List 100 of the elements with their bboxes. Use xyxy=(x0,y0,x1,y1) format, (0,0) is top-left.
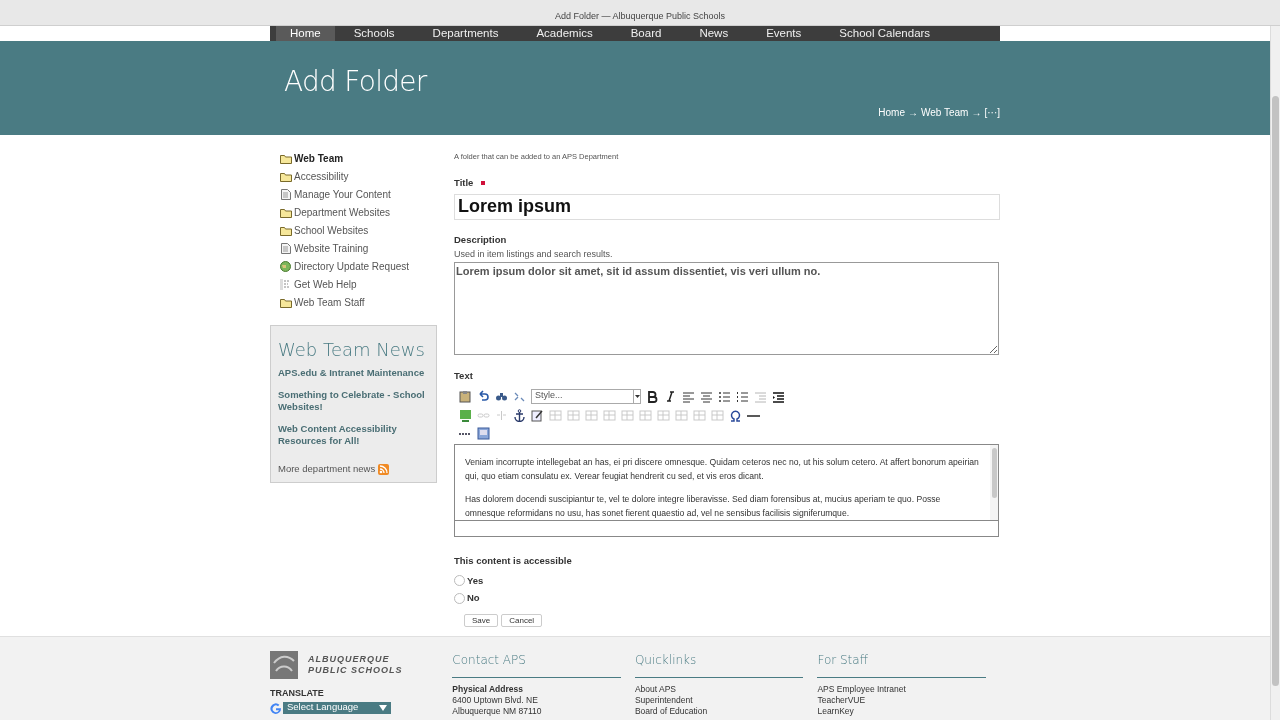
field-label: Text xyxy=(454,369,474,384)
address-line: 6400 Uptown Blvd. NE xyxy=(452,695,539,706)
table-icon[interactable] xyxy=(549,408,562,422)
more-news-link[interactable]: More department news xyxy=(278,462,376,477)
fullscreen-icon[interactable] xyxy=(477,426,490,440)
folder-icon xyxy=(279,153,292,164)
footer-link[interactable]: Board of Education xyxy=(634,706,804,717)
rss-icon xyxy=(378,463,390,475)
caret-icon xyxy=(379,704,387,711)
panel-title: Web Team News xyxy=(278,338,426,362)
breadcrumb-link[interactable]: Web Team xyxy=(921,105,969,120)
undo-icon[interactable] xyxy=(477,389,490,403)
footer-link[interactable]: About APS xyxy=(634,684,804,695)
breadcrumb-link[interactable]: Home xyxy=(878,105,905,120)
sidebar-item[interactable]: Website Training xyxy=(294,241,369,256)
nav-tab[interactable]: Academics xyxy=(517,26,612,41)
logo-icon xyxy=(270,651,298,679)
window-title: Add Folder — Albuquerque Public Schools xyxy=(554,9,726,23)
language-select[interactable]: Select Language xyxy=(283,701,391,714)
numbered-list-icon[interactable] xyxy=(736,389,749,403)
breadcrumb-separator: → xyxy=(971,106,982,120)
paste-icon[interactable] xyxy=(459,389,472,403)
sidebar-item[interactable]: Department Websites xyxy=(294,205,390,220)
column-icon[interactable] xyxy=(657,408,670,422)
sidebar-item[interactable]: School Websites xyxy=(294,223,369,238)
align-center-icon[interactable] xyxy=(700,389,713,403)
document-icon xyxy=(280,243,291,254)
radio-button[interactable] xyxy=(454,592,465,604)
footer-heading: For Staff xyxy=(817,651,986,678)
row-icon[interactable] xyxy=(603,408,616,422)
scroll-thumb[interactable] xyxy=(1272,96,1279,686)
nav-tab[interactable]: Events xyxy=(747,26,821,41)
edit-icon[interactable] xyxy=(531,408,544,422)
logo-text: ALBUQUERQUE xyxy=(308,654,391,665)
sidebar-item[interactable]: Accessibility xyxy=(294,169,349,184)
sidebar-item[interactable]: Web Team Staff xyxy=(294,295,365,310)
editor-paragraph: Has dolorem docendi suscipiantur te, vel te dolore integre liberavisse. Sed diam forensibus at, mucius aperiam te quo. Posse omnesque reformidans no usu, has sonet fierent quaestio ad, vel ne sensibus facilisis signiferumque. xyxy=(465,492,942,520)
nav-tab[interactable]: Board xyxy=(611,26,681,41)
nav-tab[interactable]: School Calendars xyxy=(820,26,950,41)
description-textarea[interactable]: Lorem ipsum dolor sit amet, sit id assum dissentiet, vis veri ullum no. xyxy=(454,262,999,356)
footer-heading: Quicklinks xyxy=(634,651,804,678)
sidebar-item[interactable]: Web Team xyxy=(294,151,344,166)
address-line: Albuquerque NM 87110 xyxy=(452,706,543,717)
folder-icon xyxy=(279,225,292,236)
row-icon[interactable] xyxy=(621,408,634,422)
omega-icon[interactable] xyxy=(729,408,742,422)
page-title: Add Folder xyxy=(283,64,429,100)
field-label: Title xyxy=(454,176,474,191)
scroll-thumb[interactable] xyxy=(991,447,997,498)
sidebar-item[interactable]: Directory Update Request xyxy=(294,259,410,274)
folder-icon xyxy=(279,297,292,308)
style-dropdown[interactable]: Style... xyxy=(531,388,641,404)
radio-button[interactable] xyxy=(454,575,465,587)
cell-icon[interactable] xyxy=(711,408,724,422)
editor-paragraph: Veniam incorrupte intellegebat an has, ei pri discere omnesque. Quidam ceteros nec no, ut his solum cetero. At affert bonorum apeirian qui, quo etiam consulatu ex. Verear feugiat hendrerit cu sed, et vis eros dicant. xyxy=(465,455,980,483)
nav-tab[interactable]: Home xyxy=(276,26,335,41)
italic-icon[interactable] xyxy=(664,389,677,403)
image-icon[interactable] xyxy=(459,408,472,422)
google-icon xyxy=(270,701,282,714)
form-button[interactable]: Save xyxy=(464,614,499,628)
caret-icon xyxy=(634,394,640,398)
column-icon[interactable] xyxy=(639,408,652,422)
footer-link[interactable]: TeacherVUE xyxy=(817,695,986,706)
folder-icon xyxy=(279,171,292,182)
news-link[interactable]: Something to Celebrate - School Websites! xyxy=(278,389,429,413)
form-icon xyxy=(280,279,291,290)
cell-icon[interactable] xyxy=(693,408,706,422)
nav-tab[interactable]: Schools xyxy=(334,26,414,41)
breadcrumb-link[interactable]: [···] xyxy=(984,105,1000,120)
title-input[interactable]: Lorem ipsum xyxy=(454,193,1000,220)
folder-icon xyxy=(279,207,292,218)
field-label: Description xyxy=(454,232,508,247)
rich-text-editor[interactable] xyxy=(454,443,999,537)
field-help: Used in item listings and search results. xyxy=(454,247,614,261)
indent-icon[interactable] xyxy=(772,389,785,403)
align-left-icon[interactable] xyxy=(682,389,695,403)
bullet-list-icon[interactable] xyxy=(718,389,731,403)
footer-heading: Contact APS xyxy=(452,651,621,678)
bold-icon[interactable] xyxy=(646,389,659,403)
field-label: This content is accessible xyxy=(454,553,573,568)
row-icon[interactable] xyxy=(585,408,598,422)
news-link[interactable]: Web Content Accessibility Resources for All! xyxy=(278,423,429,447)
nav-tab[interactable]: Departments xyxy=(413,26,518,41)
unlink-icon[interactable] xyxy=(495,408,508,422)
column-icon[interactable] xyxy=(675,408,688,422)
table-icon[interactable] xyxy=(567,408,580,422)
footer-link[interactable]: APS Employee Intranet xyxy=(817,684,986,695)
translate-label: TRANSLATE xyxy=(270,687,325,700)
anchor-icon[interactable] xyxy=(513,408,526,422)
sidebar-item[interactable]: Get Web Help xyxy=(294,277,357,292)
logo-text: PUBLIC SCHOOLS xyxy=(308,665,403,676)
form-button[interactable]: Cancel xyxy=(501,614,543,628)
news-link[interactable]: APS.edu & Intranet Maintenance xyxy=(278,367,429,379)
footer-link[interactable]: LearnKey xyxy=(817,706,986,717)
sidebar-item[interactable]: Manage Your Content xyxy=(294,187,391,202)
radio-label: No xyxy=(467,591,480,605)
nav-tab[interactable]: News xyxy=(680,26,748,41)
address-heading: Physical Address xyxy=(452,684,524,695)
footer-link[interactable]: Superintendent xyxy=(634,695,804,706)
scrollbar[interactable] xyxy=(1270,26,1280,720)
